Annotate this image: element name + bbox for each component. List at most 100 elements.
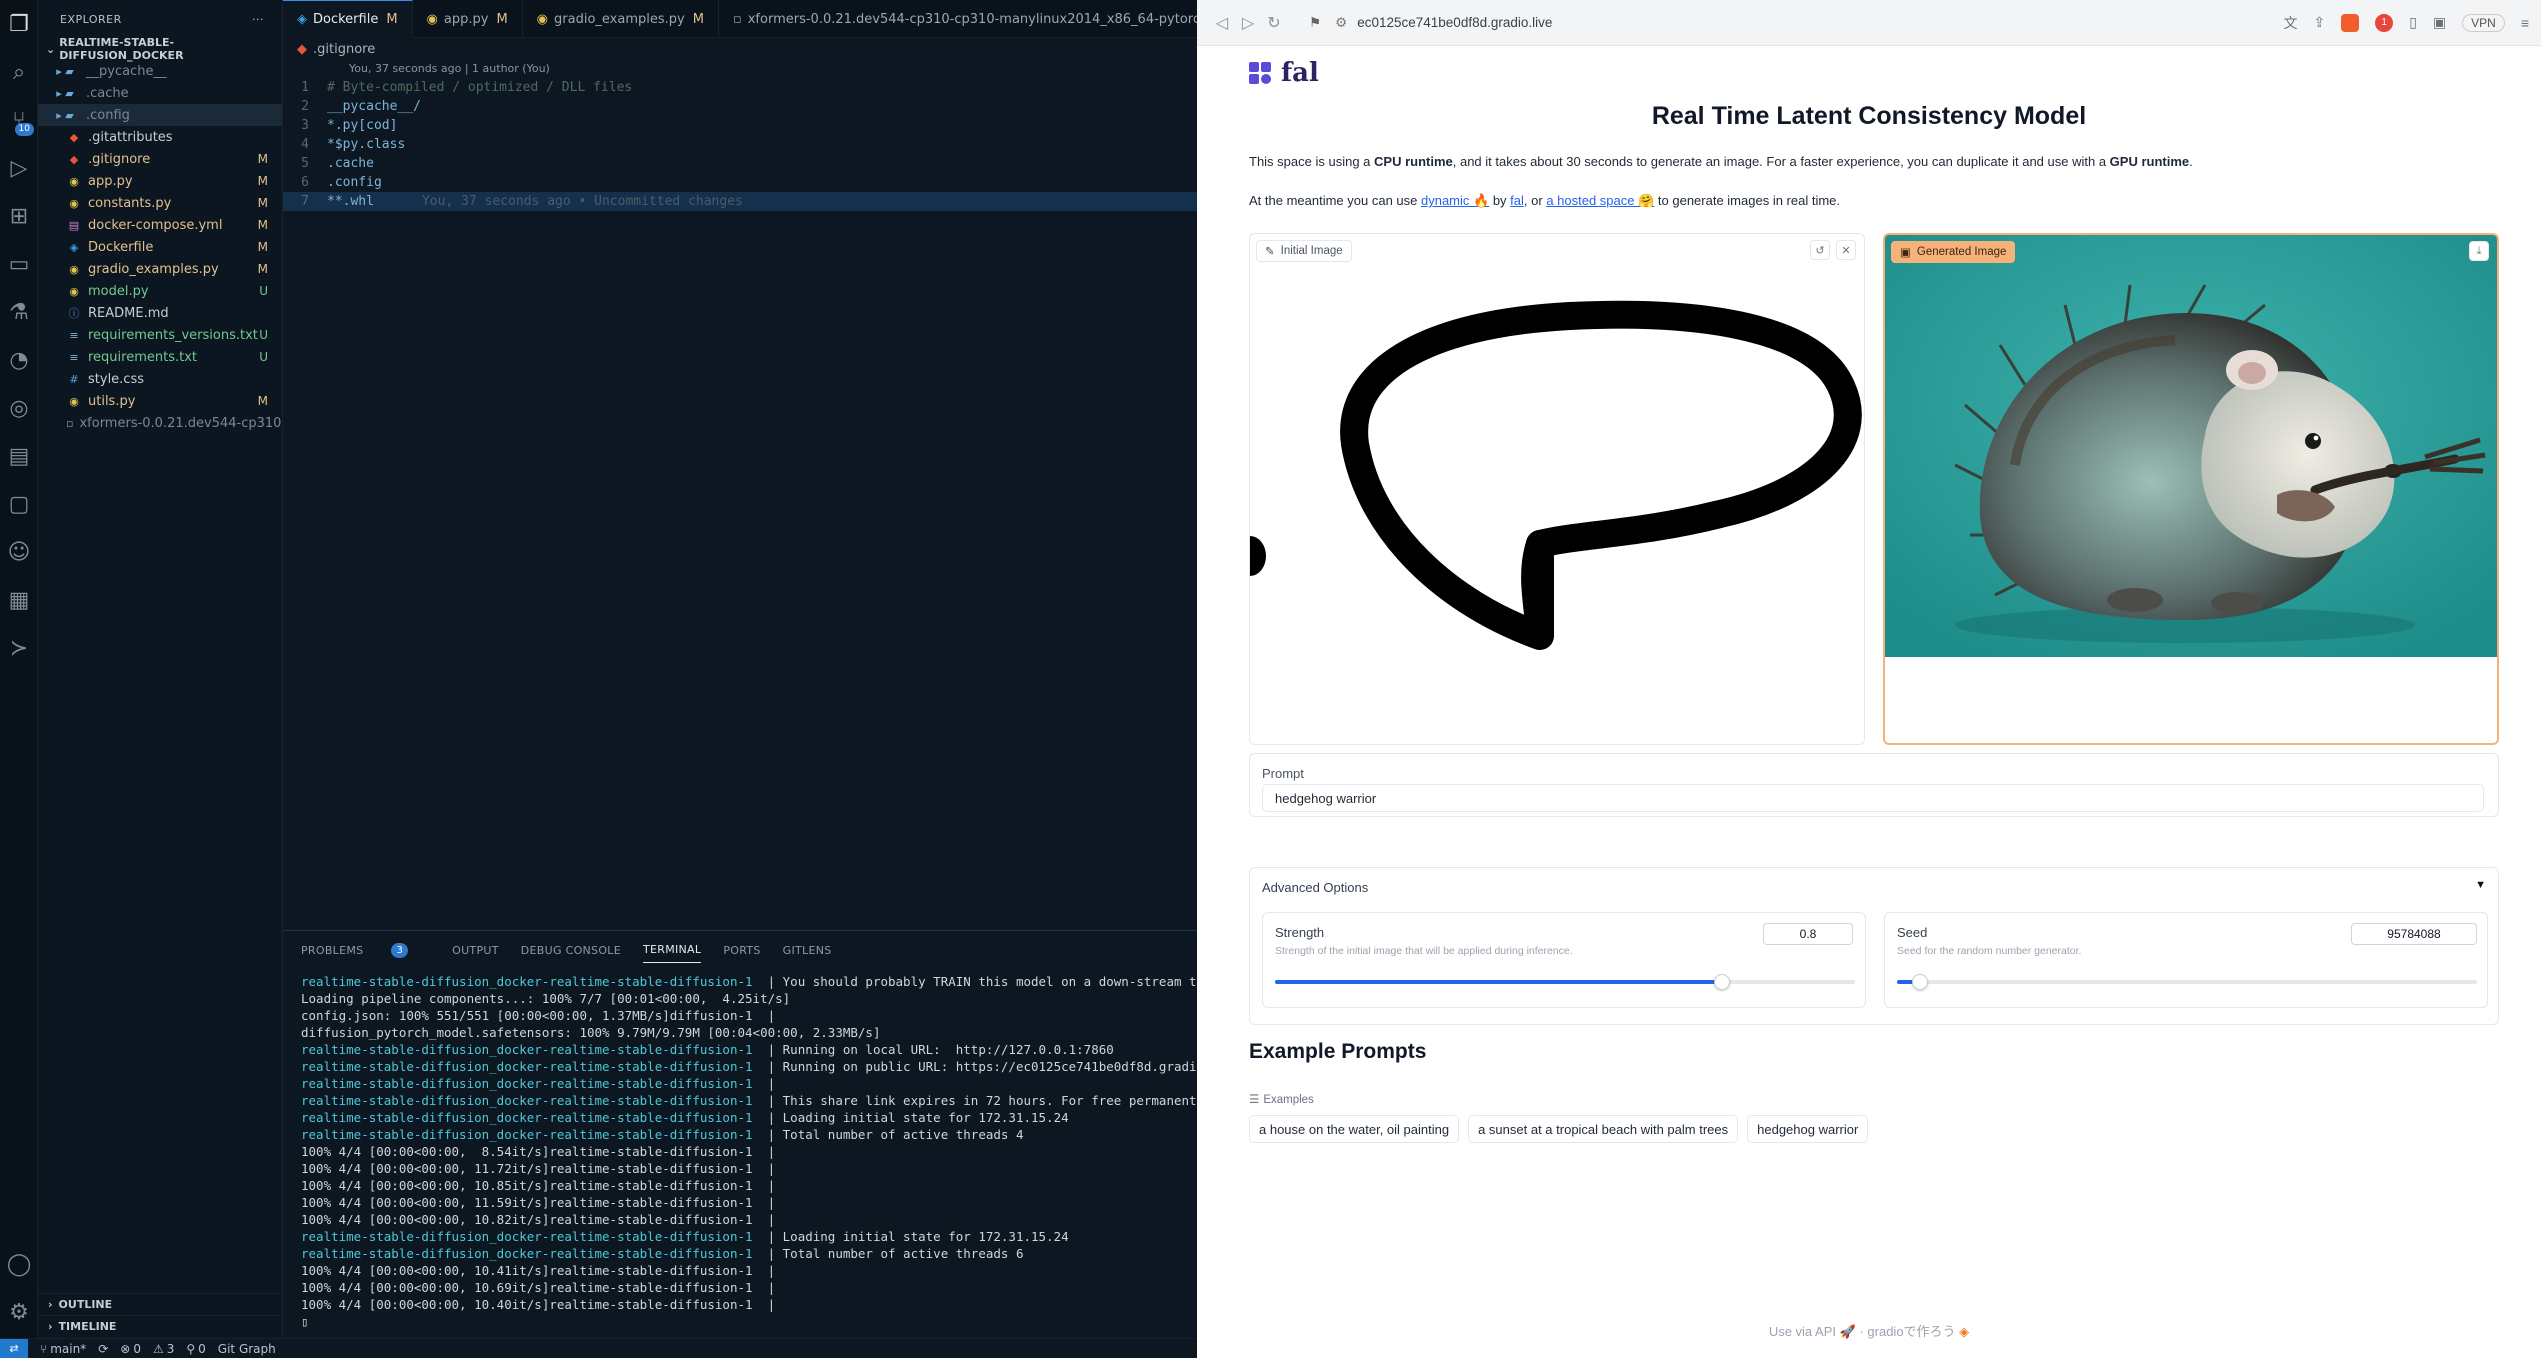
advanced-options-label[interactable]: Advanced Options (1262, 880, 1368, 895)
seed-slider-thumb[interactable] (1912, 974, 1929, 990)
strength-slider-track[interactable] (1275, 974, 1855, 990)
project-root[interactable]: ⌄ REALTIME-STABLE-DIFFUSION_DOCKER (38, 36, 282, 62)
vpn-button[interactable]: VPN (2462, 13, 2505, 32)
terminal-icon[interactable]: ≻ (0, 624, 38, 672)
code-line[interactable]: 7 **.whl You, 37 seconds ago • Uncommitted… (283, 192, 1197, 211)
file-tree-item[interactable]: ◉ model.py U (38, 280, 282, 302)
dynamic-link[interactable]: dynamic 🔥 (1421, 193, 1489, 208)
editor-tab[interactable]: ◉ gradio_examples.py M (523, 0, 719, 38)
code-editor[interactable]: You, 37 seconds ago | 1 author (You) 1 # … (283, 60, 1197, 930)
file-tree-item[interactable]: ◉ utils.py M (38, 390, 282, 412)
file-tree-item[interactable]: ▸ ▰ .cache (38, 82, 282, 104)
undo-icon[interactable]: ↺ (1810, 240, 1830, 260)
breadcrumb[interactable]: ◆ .gitignore (283, 38, 1197, 60)
timeline-section[interactable]: › TIMELINE (38, 1315, 283, 1337)
site-info-icon[interactable]: ⚙ (1335, 15, 1347, 31)
seed-number-input[interactable]: 95784088 (2351, 923, 2477, 945)
file-tree-item[interactable]: ▸ ▰ .config (38, 104, 282, 126)
editor-tab[interactable]: ◈ Dockerfile M (283, 0, 413, 38)
code-line[interactable]: 6 .config (283, 173, 1197, 192)
file-tree-item[interactable]: # style.css (38, 368, 282, 390)
code-line[interactable]: 2 __pycache__/ (283, 97, 1197, 116)
code-line[interactable]: 1 # Byte-compiled / optimized / DLL files (283, 78, 1197, 97)
code-line[interactable]: 3 *.py[cod] (283, 116, 1197, 135)
tab-output[interactable]: OUTPUT (452, 944, 499, 957)
error-count[interactable]: 0 (133, 1342, 141, 1356)
hosted-space-link[interactable]: a hosted space 🤗 (1546, 193, 1654, 208)
use-via-api-link[interactable]: Use via API (1769, 1324, 1836, 1339)
editor-tab[interactable]: ◉ app.py M (413, 0, 523, 38)
strength-number-input[interactable]: 0.8 (1763, 923, 1853, 945)
clear-icon[interactable]: ✕ (1836, 240, 1856, 260)
bookmark-icon[interactable]: ⚑ (1309, 15, 1321, 31)
reload-icon[interactable]: ↻ (1261, 13, 1287, 33)
sketch-canvas[interactable] (1250, 234, 1865, 745)
file-tree-item[interactable]: ▫ xformers-0.0.21.dev544-cp310... (38, 412, 282, 434)
more-actions-icon[interactable]: ··· (252, 13, 264, 26)
example-prompt-chip[interactable]: a house on the water, oil painting (1249, 1115, 1460, 1143)
fal-link[interactable]: fal (1510, 193, 1524, 208)
seed-slider-track[interactable] (1897, 974, 2477, 990)
brave-shields-icon[interactable] (2341, 13, 2360, 32)
tab-gitlens[interactable]: GITLENS (783, 944, 832, 957)
account-icon[interactable]: ◯ (0, 1240, 38, 1288)
docker-icon[interactable]: ▤ (0, 432, 38, 480)
branch-name[interactable]: main* (50, 1342, 86, 1356)
copilot-icon[interactable]: ☺ (0, 528, 38, 576)
search-icon[interactable]: ⌕ (0, 48, 38, 96)
forward-icon[interactable]: ▷ (1235, 13, 1261, 33)
explorer-icon[interactable]: ❐ (0, 0, 38, 48)
translate-icon[interactable]: 文 (2283, 13, 2297, 33)
back-icon[interactable]: ◁ (1209, 13, 1235, 33)
collapse-triangle-icon[interactable]: ▼ (2475, 879, 2486, 891)
sync-icon[interactable]: ⟳ (98, 1342, 108, 1356)
outline-section[interactable]: › OUTLINE (38, 1293, 283, 1315)
breadcrumb-file[interactable]: .gitignore (313, 42, 375, 57)
warning-count[interactable]: 3 (167, 1342, 175, 1356)
codelens-blame[interactable]: You, 37 seconds ago | 1 author (You) (283, 60, 1197, 78)
run-debug-icon[interactable]: ▷ (0, 144, 38, 192)
file-tree-item[interactable]: ◉ app.py M (38, 170, 282, 192)
file-tree-item[interactable]: ◉ constants.py M (38, 192, 282, 214)
extensions-icon[interactable]: ⊞ (0, 192, 38, 240)
file-tree-item[interactable]: ◆ .gitattributes (38, 126, 282, 148)
tab-terminal[interactable]: TERMINAL (642, 943, 702, 963)
file-tree-item[interactable]: ◈ Dockerfile M (38, 236, 282, 258)
file-tree-item[interactable]: ⓘ README.md (38, 302, 282, 324)
ports-count[interactable]: 0 (198, 1342, 206, 1356)
git-graph-status[interactable]: Git Graph (218, 1342, 276, 1356)
tab-ports[interactable]: PORTS (723, 944, 760, 957)
source-control-icon[interactable]: ⑂ 10 (0, 96, 38, 144)
example-prompt-chip[interactable]: hedgehog warrior (1747, 1115, 1869, 1143)
download-icon[interactable]: ⤓ (2469, 241, 2489, 261)
remote-icon[interactable]: ⇄ (0, 1338, 28, 1358)
database-icon[interactable]: ▦ (0, 576, 38, 624)
address-bar[interactable]: ⚑ ⚙ ec0125ce741be0df8d.gradio.live (1309, 8, 1929, 38)
remote-explorer-icon[interactable]: ▭ (0, 240, 38, 288)
tab-problems[interactable]: PROBLEMS 3 (301, 942, 430, 958)
sidebar-toggle-icon[interactable]: ▯ (2409, 14, 2417, 31)
menu-icon[interactable]: ≡ (2521, 15, 2529, 31)
gitlens-icon[interactable]: ◎ (0, 384, 38, 432)
file-tree-item[interactable]: ▸ ▰ __pycache__ (38, 60, 282, 82)
url-text[interactable]: ec0125ce741be0df8d.gradio.live (1357, 15, 1552, 30)
testing-icon[interactable]: ⚗ (0, 288, 38, 336)
file-tree-item[interactable]: ≡ requirements.txt U (38, 346, 282, 368)
tab-debug-console[interactable]: DEBUG CONSOLE (521, 944, 621, 957)
code-line[interactable]: 4 *$py.class (283, 135, 1197, 154)
wallet-icon[interactable]: ▣ (2433, 14, 2446, 31)
brave-rewards-icon[interactable]: 1 (2375, 13, 2394, 32)
initial-image-panel[interactable]: ✎ Initial Image ↺ ✕ (1249, 233, 1865, 745)
example-prompt-chip[interactable]: a sunset at a tropical beach with palm t… (1468, 1115, 1739, 1143)
file-tree-item[interactable]: ▤ docker-compose.yml M (38, 214, 282, 236)
terminal-output[interactable]: realtime-stable-diffusion_docker-realtim… (283, 969, 1197, 1339)
prompt-input[interactable]: hedgehog warrior (1262, 784, 2484, 812)
file-tree-item[interactable]: ◉ gradio_examples.py M (38, 258, 282, 280)
comments-icon[interactable]: ▢ (0, 480, 38, 528)
built-with-gradio-link[interactable]: gradioで作ろう (1867, 1324, 1955, 1339)
share-icon[interactable]: ⇪ (2313, 14, 2325, 31)
git-graph-icon[interactable]: ◔ (0, 336, 38, 384)
file-tree-item[interactable]: ≡ requirements_versions.txt U (38, 324, 282, 346)
settings-gear-icon[interactable]: ⚙ (0, 1288, 38, 1336)
editor-tab[interactable]: ▫ xformers-0.0.21.dev544-cp310-cp310-many… (719, 0, 1275, 38)
